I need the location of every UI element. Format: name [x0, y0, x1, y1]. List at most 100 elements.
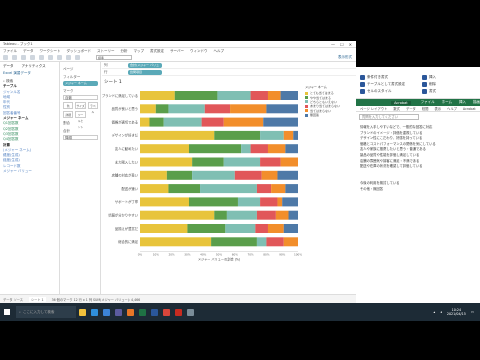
excel-tab-4[interactable]: 表示	[434, 106, 441, 111]
notification-icon[interactable]: ▭	[471, 310, 474, 314]
fit-select[interactable]: 標準	[96, 55, 132, 60]
bar-segment[interactable]	[155, 104, 169, 114]
menu-item-2[interactable]: ワークシート	[40, 49, 61, 54]
undo-icon[interactable]	[12, 55, 17, 60]
legend-item[interactable]: 無回答	[305, 113, 355, 117]
columns-shelf[interactable]: 列 合計(メジャー バリュー)	[102, 62, 356, 72]
data-source[interactable]: Excel 演習データ	[3, 71, 56, 76]
stacked-bar-chart[interactable]: ブランドに満足している品質が良いと思う価格が適切であるデザインが好きだ友人に勧め…	[102, 85, 302, 290]
bar-segment[interactable]	[280, 157, 298, 167]
bar-segment[interactable]	[266, 104, 298, 114]
bar-segment[interactable]	[140, 144, 189, 154]
bar-segment[interactable]	[200, 184, 257, 194]
delete-button[interactable]: 削除	[422, 82, 436, 87]
bar-segment[interactable]	[140, 170, 167, 180]
bar-segment[interactable]	[260, 197, 278, 207]
taskbar-app-explorer[interactable]	[76, 303, 88, 321]
bar-segment[interactable]	[271, 184, 286, 194]
bar-segment[interactable]	[283, 130, 294, 140]
bar-segment[interactable]	[263, 117, 298, 127]
mark-button-1[interactable]: サイズ	[75, 102, 86, 109]
bar-segment[interactable]	[234, 170, 262, 180]
bar-segment[interactable]	[174, 91, 218, 100]
bar-segment[interactable]	[168, 184, 201, 194]
excel-menu-1[interactable]: ホーム	[442, 100, 452, 105]
sort-desc-icon[interactable]	[75, 55, 80, 60]
bar-segment[interactable]	[267, 91, 281, 100]
bar-segment[interactable]	[250, 91, 268, 100]
network-icon[interactable]: ▴	[434, 310, 436, 314]
excel-tab-0[interactable]: ページ レイアウト	[360, 106, 387, 111]
taskbar-app-acrobat[interactable]	[172, 303, 184, 321]
excel-tab-3[interactable]: 校閲	[422, 106, 429, 111]
excel-tab-6[interactable]: Acrobat	[463, 107, 476, 111]
selected-ribbon-tab[interactable]: Acrobat	[391, 100, 411, 105]
taskbar-app-edge[interactable]	[88, 303, 100, 321]
bar-segment[interactable]	[241, 144, 251, 154]
bar-segment[interactable]	[140, 157, 193, 167]
taskbar-app-chrome[interactable]	[160, 303, 172, 321]
bar-segment[interactable]	[267, 224, 284, 233]
bar-segment[interactable]	[140, 210, 215, 220]
minimize-icon[interactable]: —	[331, 42, 335, 47]
menu-item-4[interactable]: ストーリー	[97, 49, 115, 54]
mark-button-0[interactable]: 色	[63, 102, 74, 109]
sheet-tab-datasource[interactable]: データ ソース	[3, 297, 23, 302]
bar-segment[interactable]	[285, 144, 298, 154]
bar-segment[interactable]	[267, 144, 286, 154]
bar-segment[interactable]	[223, 117, 264, 127]
filter-pill[interactable]: メジャー ネーム	[63, 81, 98, 86]
mark-button-2[interactable]: ラベル	[87, 102, 98, 114]
excel-menu-2[interactable]: 挿入	[459, 100, 466, 105]
columns-pill[interactable]: 合計(メジャー バリュー)	[128, 62, 162, 72]
format-button[interactable]: 書式	[422, 89, 436, 94]
bar-segment[interactable]	[140, 117, 150, 127]
redo-icon[interactable]	[21, 55, 26, 60]
bar-segment[interactable]	[283, 237, 298, 247]
excel-menu-3[interactable]: 描画	[473, 100, 480, 105]
bar-segment[interactable]	[201, 117, 224, 127]
taskbar-app-files[interactable]	[184, 303, 196, 321]
menu-item-0[interactable]: ファイル	[3, 49, 17, 54]
menu-item-9[interactable]: ウィンドウ	[190, 49, 208, 54]
menu-item-6[interactable]: マップ	[134, 49, 145, 54]
table-format-button[interactable]: テーブルとして書式設定	[360, 82, 405, 87]
bar-segment[interactable]	[260, 130, 284, 140]
bar-segment[interactable]	[187, 224, 226, 233]
sheet-tab-sheet1[interactable]: シート 1	[28, 296, 46, 302]
bar-segment[interactable]	[283, 224, 298, 233]
excel-search-input[interactable]: 質問を入力してください	[359, 114, 419, 120]
insert-button[interactable]: 挿入	[422, 75, 436, 80]
field-item[interactable]: メジャー バリュー	[3, 169, 56, 174]
excel-tab-2[interactable]: データ	[406, 106, 416, 111]
tab-analytics[interactable]: アナリティクス	[22, 64, 46, 69]
bar-segment[interactable]	[285, 184, 298, 194]
bar-segment[interactable]	[204, 104, 231, 114]
bar-segment[interactable]	[140, 224, 188, 233]
bar-segment[interactable]	[217, 91, 251, 100]
bar-segment[interactable]	[140, 130, 215, 140]
bar-segment[interactable]	[237, 197, 261, 207]
bar-segment[interactable]	[188, 197, 238, 207]
bar-segment[interactable]	[140, 197, 189, 207]
mark-button-4[interactable]: ツールヒント	[75, 111, 86, 129]
bar-segment[interactable]	[192, 170, 235, 180]
sort-value[interactable]: 降順	[63, 135, 98, 140]
menu-item-7[interactable]: 書式設定	[150, 49, 164, 54]
bar-segment[interactable]	[288, 210, 298, 220]
bar-segment[interactable]	[140, 104, 156, 114]
bar-segment[interactable]	[168, 104, 205, 114]
bar-segment[interactable]	[275, 210, 289, 220]
close-icon[interactable]: ✕	[349, 42, 352, 47]
menu-item-3[interactable]: ダッシュボード	[67, 49, 92, 54]
bar-segment[interactable]	[277, 170, 298, 180]
bar-segment[interactable]	[214, 130, 261, 140]
bar-segment[interactable]	[225, 224, 256, 233]
sort-asc-icon[interactable]	[66, 55, 71, 60]
bar-segment[interactable]	[140, 237, 212, 247]
show-me-button[interactable]: 表示形式	[338, 55, 356, 60]
bar-segment[interactable]	[140, 184, 169, 194]
taskbar-search[interactable]: ⌕ ここに入力して検索	[16, 306, 76, 318]
swap-icon[interactable]	[57, 55, 62, 60]
cell-style-button[interactable]: セルのスタイル	[360, 89, 392, 94]
